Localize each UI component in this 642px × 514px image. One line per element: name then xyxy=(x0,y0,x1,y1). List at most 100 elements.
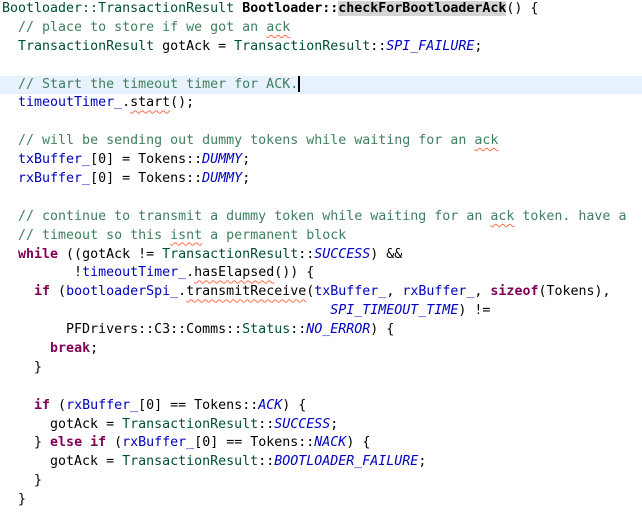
code-token: rxBuffer_ xyxy=(66,397,139,413)
code-token: . xyxy=(122,95,131,111)
code-token: // timeout so this xyxy=(18,227,171,243)
code-token: ( xyxy=(50,397,67,413)
code-token: TransactionResult xyxy=(234,38,371,54)
code-token: SPI_TIMEOUT_TIME xyxy=(330,303,459,319)
code-line[interactable]: TransactionResult gotAck = TransactionRe… xyxy=(0,38,642,57)
code-token: txBuffer_ xyxy=(314,284,387,300)
code-line[interactable]: // continue to transmit a dummy token wh… xyxy=(0,208,642,227)
code-token: :: xyxy=(258,416,275,432)
code-line[interactable]: // will be sending out dummy tokens whil… xyxy=(0,132,642,151)
code-token: } xyxy=(2,473,43,489)
code-token: // Start the timeout timer for ACK. xyxy=(18,76,299,92)
code-token: Bootloader:: xyxy=(242,1,339,16)
code-line[interactable]: gotAck = TransactionResult::SUCCESS; xyxy=(0,416,642,435)
code-line[interactable]: rxBuffer_[0] = Tokens::DUMMY; xyxy=(0,170,642,189)
code-token: SUCCESS xyxy=(314,246,371,262)
code-token: timeoutTimer_ xyxy=(82,265,187,281)
code-token: // will be sending out dummy tokens whil… xyxy=(18,133,475,149)
code-line[interactable]: Bootloader::TransactionResult Bootloader… xyxy=(0,0,642,19)
code-token: ( xyxy=(106,435,123,451)
code-line[interactable]: } else if (rxBuffer_[0] == Tokens::NACK)… xyxy=(0,434,642,453)
code-token: // continue to transmit a dummy token wh… xyxy=(18,208,491,224)
code-token: else xyxy=(50,435,83,451)
code-line[interactable]: // place to store if we got an ack xyxy=(0,19,642,38)
code-line[interactable]: if (bootloaderSpi_.transmitReceive(txBuf… xyxy=(0,283,642,302)
code-token: SUCCESS xyxy=(274,416,331,432)
code-line[interactable]: } xyxy=(0,359,642,378)
code-token: TransactionResult xyxy=(18,38,155,54)
code-line[interactable]: if (rxBuffer_[0] == Tokens::ACK) { xyxy=(0,397,642,416)
code-token: bootloaderSpi_ xyxy=(66,284,179,300)
code-editor[interactable]: Bootloader::TransactionResult Bootloader… xyxy=(0,0,642,514)
code-line[interactable]: SPI_TIMEOUT_TIME) != xyxy=(0,302,642,321)
code-token: ; xyxy=(418,454,427,470)
code-token: token. have a xyxy=(514,208,627,224)
code-token: sizeof xyxy=(490,284,539,300)
code-line[interactable]: // Start the timeout timer for ACK. xyxy=(0,75,642,95)
code-token: ) { xyxy=(346,435,371,451)
code-token: :: xyxy=(290,322,307,338)
code-token: a permanent block xyxy=(202,227,347,243)
code-line[interactable]: !timeoutTimer_.hasElapsed()) { xyxy=(0,264,642,283)
code-token: rxBuffer_ xyxy=(402,284,475,300)
code-token: . xyxy=(178,284,187,300)
misspelled-token: ack xyxy=(490,208,515,224)
code-line[interactable]: while ((gotAck != TransactionResult::SUC… xyxy=(0,246,642,265)
code-token: :: xyxy=(370,38,387,54)
code-token: ; xyxy=(330,416,339,432)
code-token: // place to store if we got an xyxy=(18,19,267,35)
code-token: DUMMY xyxy=(202,171,243,187)
code-line[interactable] xyxy=(0,113,642,132)
code-token: ) && xyxy=(370,246,403,262)
code-line[interactable] xyxy=(0,189,642,208)
code-token: rxBuffer_ xyxy=(122,435,195,451)
code-token: [0] == Tokens:: xyxy=(194,435,315,451)
code-token: while xyxy=(18,246,59,262)
code-line[interactable]: txBuffer_[0] = Tokens::DUMMY; xyxy=(0,151,642,170)
code-token: ACK xyxy=(258,397,283,413)
code-line[interactable]: break; xyxy=(0,340,642,359)
code-token: ; xyxy=(474,38,483,54)
code-line[interactable]: } xyxy=(0,472,642,491)
misspelled-token: isnt xyxy=(170,227,203,243)
code-token: , xyxy=(474,284,491,300)
code-token: if xyxy=(90,435,107,451)
code-token: } xyxy=(2,359,43,375)
code-token: timeoutTimer_ xyxy=(18,95,123,111)
code-token: TransactionResult xyxy=(122,454,259,470)
code-token: ) { xyxy=(370,322,395,338)
code-token: PFDrivers::C3::Comms:: xyxy=(2,322,243,338)
code-token: SPI_FAILURE xyxy=(386,38,475,54)
code-token: txBuffer_ xyxy=(18,152,91,168)
misspelled-token: hasElapsed xyxy=(194,265,275,281)
text-caret xyxy=(298,75,301,92)
code-token: if xyxy=(34,284,51,300)
code-token: ( xyxy=(50,284,67,300)
code-token: } xyxy=(2,435,51,451)
code-token: if xyxy=(34,397,51,413)
code-line[interactable] xyxy=(0,57,642,76)
code-token: NACK xyxy=(314,435,347,451)
code-token: :: xyxy=(258,454,275,470)
code-token: [0] = Tokens:: xyxy=(90,171,203,187)
code-line[interactable]: gotAck = TransactionResult::BOOTLOADER_F… xyxy=(0,453,642,472)
code-token: ; xyxy=(242,171,251,187)
code-token: DUMMY xyxy=(202,152,243,168)
code-line[interactable]: } xyxy=(0,491,642,510)
code-line[interactable]: timeoutTimer_.start(); xyxy=(0,94,642,113)
code-token: () { xyxy=(506,1,539,16)
code-line[interactable]: // timeout so this isnt a permanent bloc… xyxy=(0,227,642,246)
code-token: NO_ERROR xyxy=(306,322,371,338)
code-line[interactable] xyxy=(0,378,642,397)
code-line[interactable]: PFDrivers::C3::Comms::Status::NO_ERROR) … xyxy=(0,321,642,340)
